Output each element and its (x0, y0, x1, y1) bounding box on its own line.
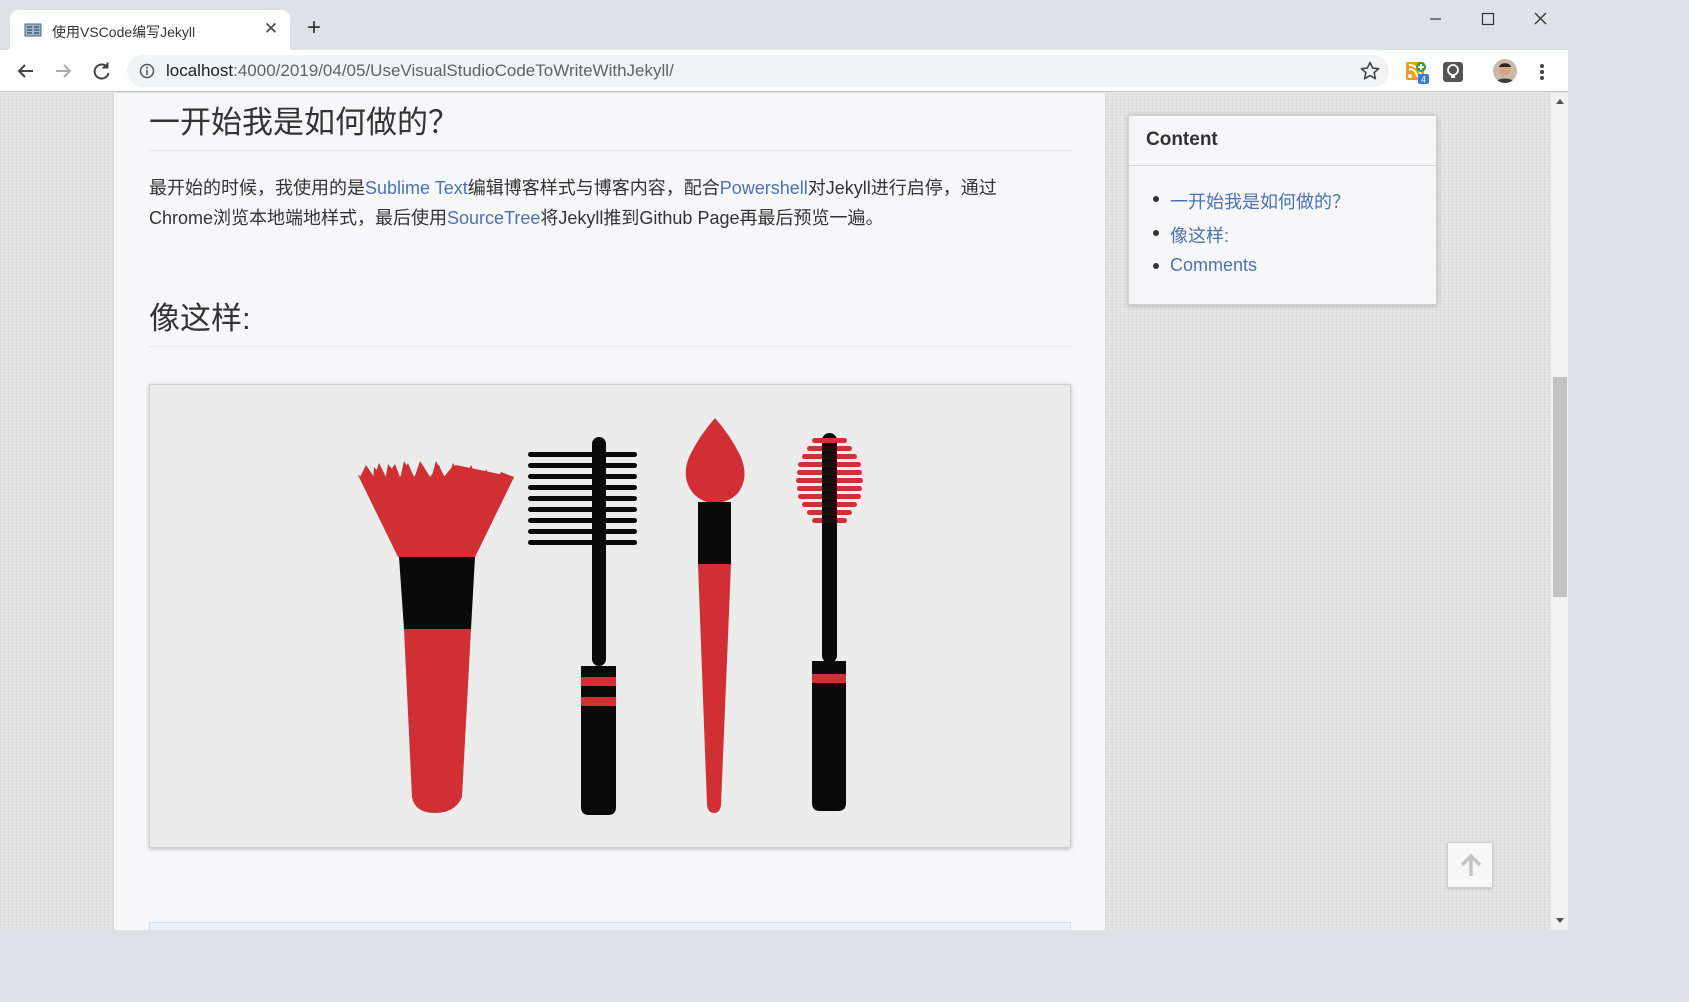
reload-icon[interactable] (88, 58, 114, 84)
browser-tab[interactable]: 使用VSCode编写Jekyll ✕ (10, 10, 290, 50)
toc-list: 一开始我是如何做的？ 像这样: Comments (1129, 166, 1436, 289)
back-to-top-button[interactable] (1447, 842, 1493, 888)
bookmark-star-icon[interactable] (1359, 60, 1381, 82)
tab-strip: 使用VSCode编写Jekyll ✕ + (0, 0, 1568, 50)
section-heading-like-this: 像这样: (149, 293, 1071, 347)
window-close-button[interactable] (1515, 4, 1565, 34)
next-content-box (149, 922, 1071, 930)
profile-avatar[interactable] (1493, 59, 1517, 83)
toc-title: Content (1129, 116, 1436, 166)
toc-item: 像这样: (1151, 222, 1436, 256)
scroll-down-arrow-icon[interactable] (1555, 915, 1565, 925)
paragraph-text-1: 最开始的时候，我使用的是 (149, 178, 365, 198)
tab-title: 使用VSCode编写Jekyll (52, 24, 196, 40)
mascara-wand-icon (796, 433, 863, 811)
arrow-up-icon (1460, 853, 1482, 876)
address-bar[interactable]: localhost:4000/2019/04/05/UseVisualStudi… (127, 55, 1389, 87)
fan-brush-icon (358, 461, 514, 813)
back-arrow-icon[interactable] (13, 58, 39, 84)
site-favicon-icon (24, 23, 42, 37)
window-minimize-button[interactable] (1410, 4, 1460, 34)
url-path: :4000/2019/04/05/UseVisualStudioCodeToWr… (233, 61, 674, 80)
paragraph-text-4: 将Jekyll推到Github Page再最后预览一遍。 (540, 208, 884, 228)
url-text: localhost:4000/2019/04/05/UseVisualStudi… (166, 61, 674, 81)
page-viewport: 一开始我是如何做的？ 最开始的时候，我使用的是Sublime Text编辑博客样… (0, 93, 1568, 930)
toc-link-like-this[interactable]: 像这样: (1170, 226, 1229, 246)
extension-badge-count: 4 (1421, 75, 1426, 85)
sublime-text-link[interactable]: Sublime Text (365, 178, 468, 198)
tab-close-icon[interactable]: ✕ (260, 18, 282, 40)
paragraph-text-2: 编辑博客样式与博客内容，配合 (467, 178, 720, 198)
comb-brush-icon (528, 437, 637, 815)
url-host: localhost (166, 61, 234, 80)
page-scrollbar[interactable] (1550, 93, 1568, 930)
makeup-brushes-illustration (149, 384, 1071, 848)
article-paragraph: 最开始的时候，我使用的是Sublime Text编辑博客样式与博客内容，配合Po… (149, 173, 1039, 233)
sourcetree-link[interactable]: SourceTree (447, 208, 540, 228)
new-tab-button[interactable]: + (302, 16, 326, 41)
rss-extension-icon[interactable]: 4 (1405, 60, 1429, 85)
scrollbar-thumb[interactable] (1553, 377, 1567, 597)
pointed-brush-icon (685, 418, 745, 813)
site-info-icon[interactable] (139, 63, 155, 79)
window-maximize-button[interactable] (1463, 4, 1513, 34)
section-heading-how-i-did: 一开始我是如何做的？ (149, 97, 1071, 151)
scroll-up-arrow-icon[interactable] (1555, 97, 1565, 107)
toc-link-comments[interactable]: Comments (1170, 255, 1257, 275)
toc-item: Comments (1151, 255, 1436, 289)
bulb-extension-icon[interactable] (1441, 60, 1465, 84)
browser-menu-icon[interactable] (1532, 61, 1552, 83)
toc-item: 一开始我是如何做的？ (1151, 188, 1436, 222)
article-content-panel: 一开始我是如何做的？ 最开始的时候，我使用的是Sublime Text编辑博客样… (113, 93, 1106, 930)
toc-link-how-i-did[interactable]: 一开始我是如何做的？ (1170, 192, 1350, 212)
table-of-contents: Content 一开始我是如何做的？ 像这样: Comments (1128, 115, 1437, 305)
forward-arrow-icon[interactable] (50, 58, 76, 84)
powershell-link[interactable]: Powershell (720, 178, 808, 198)
